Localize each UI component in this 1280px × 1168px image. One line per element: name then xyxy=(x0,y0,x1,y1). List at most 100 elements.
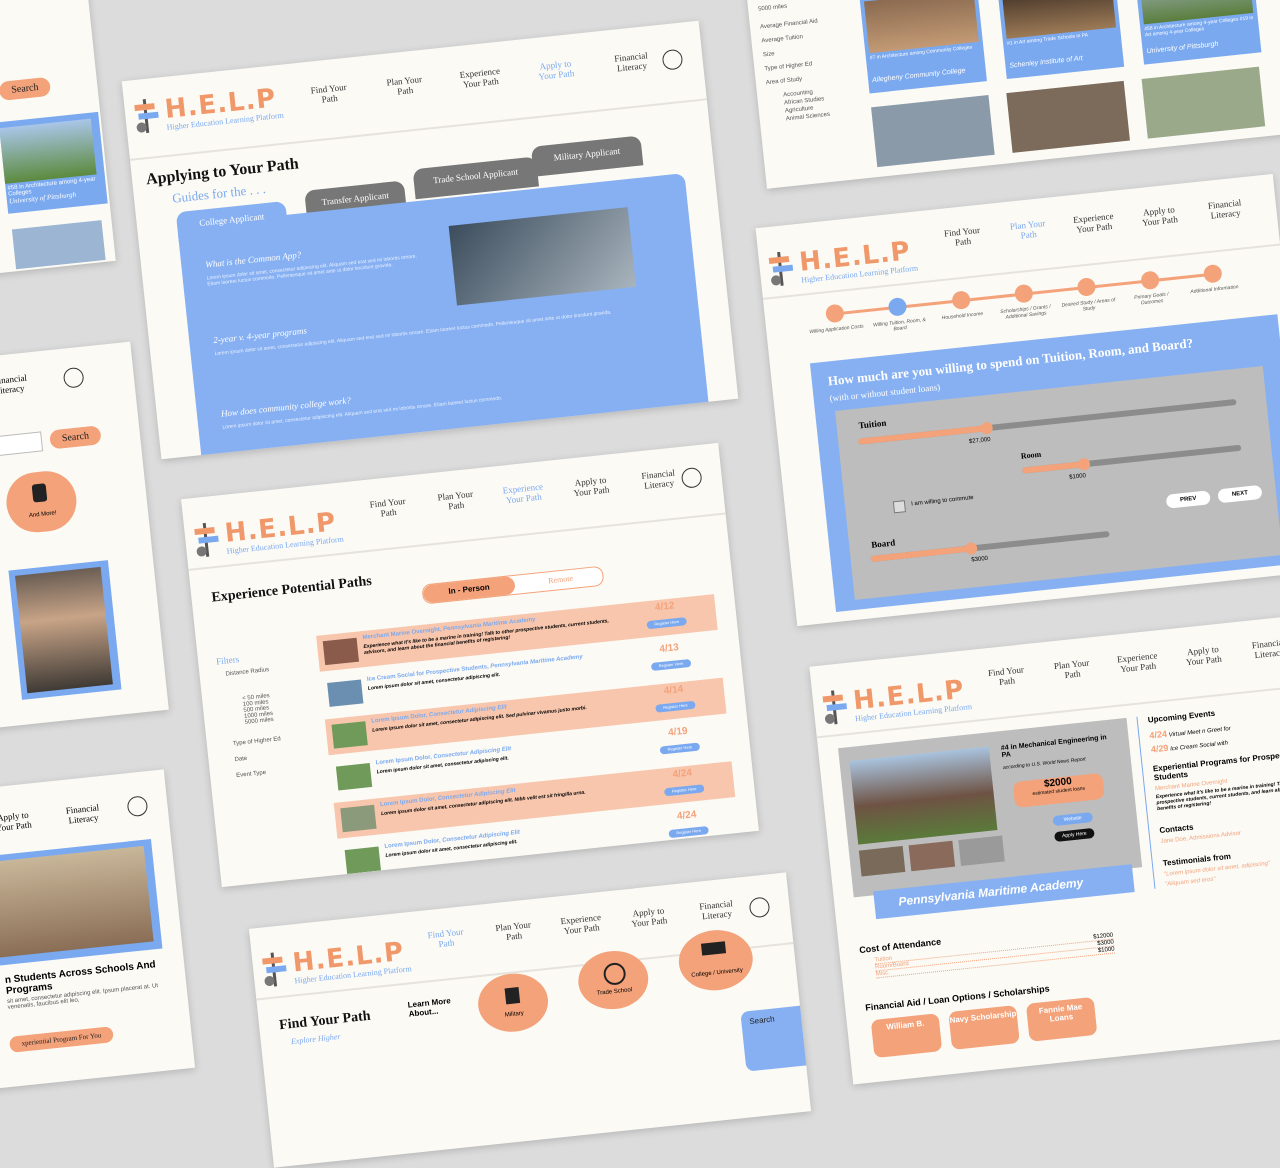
filter-item[interactable]: Type of Higher Ed xyxy=(764,60,825,72)
nav-experience[interactable]: Experience Your Path xyxy=(555,912,607,937)
progress-step[interactable] xyxy=(1202,263,1223,284)
register-button[interactable]: Register Here xyxy=(650,658,692,672)
school-card[interactable]: #7 in Architecture among Community Colle… xyxy=(859,0,987,94)
tab-college[interactable]: College Applicant xyxy=(175,200,289,243)
nav-find[interactable]: Find Your Path xyxy=(362,495,414,520)
nav-financial[interactable]: Financial Literacy xyxy=(606,49,658,74)
slider-handle[interactable] xyxy=(1076,457,1091,471)
filter-item[interactable]: Average Tuition xyxy=(761,32,822,44)
nav-financial[interactable]: Financial Literacy xyxy=(57,801,109,826)
toggle-in-person[interactable]: In - Person xyxy=(422,575,516,604)
filter-distance[interactable]: Distance Radius xyxy=(225,663,305,678)
aid-option[interactable]: Fannie Mae Loans xyxy=(1025,996,1098,1042)
logo[interactable]: H.E.L.P Higher Education Learning Platfo… xyxy=(822,674,972,725)
school-thumb[interactable] xyxy=(1006,80,1130,153)
nav-find[interactable]: Find Your Path xyxy=(981,664,1033,689)
progress-step[interactable] xyxy=(1013,283,1034,304)
register-button[interactable]: Register Here xyxy=(659,742,701,755)
nav-experience[interactable]: Experience Your Path xyxy=(1068,210,1120,235)
filter-item[interactable]: Area of Study xyxy=(766,74,827,86)
progress-step[interactable] xyxy=(1139,270,1160,291)
slider-room[interactable] xyxy=(1022,444,1242,474)
next-button[interactable]: NEXT xyxy=(1217,484,1263,504)
academy-thumb[interactable] xyxy=(958,835,1005,866)
search-button[interactable]: Search xyxy=(0,76,52,101)
search-input[interactable] xyxy=(0,431,44,458)
search-label[interactable]: Search xyxy=(749,1014,775,1026)
website-button[interactable]: Website xyxy=(1052,812,1094,827)
filter-event-type[interactable]: Event Type xyxy=(236,765,316,779)
school-thumb[interactable]: #58 in Architecture among 4-year College… xyxy=(0,111,108,214)
nav-apply[interactable]: Apply to Your Path xyxy=(565,474,617,499)
more-button[interactable]: And More! xyxy=(3,468,80,536)
logo[interactable]: H.E.L.P Higher Education Learning Platfo… xyxy=(262,936,412,987)
commute-checkbox[interactable] xyxy=(892,500,907,514)
nav-financial[interactable]: Financial Literacy xyxy=(633,467,685,492)
tab-trade[interactable]: Military Applicant xyxy=(530,135,644,177)
slider-handle[interactable] xyxy=(964,541,978,556)
profile-icon[interactable] xyxy=(661,48,684,71)
register-button[interactable]: Register Here xyxy=(646,617,688,630)
nav-financial[interactable]: Financial Literacy xyxy=(691,897,743,922)
academy-thumb[interactable] xyxy=(858,845,906,877)
nav-plan[interactable]: Plan Your Path xyxy=(1046,657,1098,682)
search-button[interactable]: Search xyxy=(49,425,102,450)
aid-option[interactable]: Navy Scholarship xyxy=(948,1005,1020,1050)
slider-tuition[interactable] xyxy=(858,398,1237,445)
academy-thumb[interactable] xyxy=(908,840,956,872)
nav-plan[interactable]: Plan Your Path xyxy=(1002,217,1054,242)
learn-more-label: Learn More About... xyxy=(407,996,452,1019)
school-card[interactable]: #58 in Architecture among 4-year College… xyxy=(1134,0,1262,65)
nav-plan[interactable]: Plan Your Path xyxy=(379,73,431,98)
progress-step[interactable] xyxy=(887,296,908,317)
progress-step[interactable] xyxy=(950,290,971,311)
slider-board[interactable] xyxy=(870,530,1110,563)
nav-find[interactable]: Find Your Path xyxy=(303,81,355,106)
school-card[interactable]: #1 in Art among Trade Schools in PA Sche… xyxy=(996,0,1125,80)
filter-item[interactable]: Average Financial Aid xyxy=(760,18,821,31)
nav-apply[interactable]: Apply to Your Path xyxy=(0,809,39,834)
nav-find[interactable]: Find Your Path xyxy=(420,926,472,951)
nav-plan[interactable]: Plan Your Path xyxy=(488,919,540,944)
prev-button[interactable]: PREV xyxy=(1165,490,1211,509)
mode-toggle[interactable]: In - Person Remote xyxy=(421,565,605,605)
nav-find[interactable]: Find Your Path xyxy=(937,224,989,249)
slider-handle[interactable] xyxy=(980,421,994,435)
profile-icon[interactable] xyxy=(126,795,149,818)
toggle-remote[interactable]: Remote xyxy=(522,567,599,593)
nav-apply[interactable]: Apply to Your Path xyxy=(1134,203,1186,228)
aid-option[interactable]: William B. xyxy=(870,1013,943,1059)
filter-date[interactable]: Date xyxy=(234,749,314,763)
register-button[interactable]: Register Here xyxy=(663,784,705,797)
register-button[interactable]: Register Here xyxy=(655,700,696,713)
profile-icon[interactable] xyxy=(748,896,771,919)
register-button[interactable]: Register Here xyxy=(668,825,709,839)
nav-experience[interactable]: Experience Your Path xyxy=(1112,650,1164,675)
logo[interactable]: H.E.L.P Higher Education Learning Platfo… xyxy=(768,236,919,286)
event-date: 4/19 xyxy=(667,725,689,739)
school-thumb[interactable] xyxy=(1141,66,1266,139)
nav-apply[interactable]: Apply to Your Path xyxy=(530,57,582,82)
nav-apply[interactable]: Apply to Your Path xyxy=(623,904,675,929)
signpost-icon xyxy=(134,98,159,134)
nav-apply[interactable]: Apply to Your Path xyxy=(1177,643,1229,668)
apply-button[interactable]: Apply Here xyxy=(1054,827,1095,843)
nav-experience[interactable]: Experience Your Path xyxy=(454,65,506,90)
nav-plan[interactable]: Plan Your Path xyxy=(430,488,482,513)
nav-financial[interactable]: Financial Literacy xyxy=(1243,636,1280,661)
event-date: 4/24 xyxy=(1148,728,1168,741)
nav-experience[interactable]: Experience Your Path xyxy=(497,481,549,506)
progress-step[interactable] xyxy=(1076,277,1097,297)
logo[interactable]: H.E.L.P Higher Education Learning Platfo… xyxy=(194,507,344,557)
filter-item[interactable]: Size xyxy=(763,46,824,58)
profile-icon[interactable] xyxy=(62,366,85,389)
program-button[interactable]: xperiential Program For You xyxy=(8,1026,115,1053)
option-military[interactable]: Military xyxy=(475,970,551,1036)
nav-financial[interactable]: Financial Literacy xyxy=(0,371,45,396)
sidebar: Upcoming Events 4/24 Virtual Meet n Gree… xyxy=(1136,697,1280,889)
logo[interactable]: H.E.L.P Higher Education Learning Platfo… xyxy=(134,83,284,134)
filter-type[interactable]: Type of Higher Ed xyxy=(233,733,313,747)
progress-step[interactable] xyxy=(824,303,845,324)
nav-financial[interactable]: Financial Literacy xyxy=(1199,197,1251,222)
school-thumb[interactable] xyxy=(871,95,995,168)
